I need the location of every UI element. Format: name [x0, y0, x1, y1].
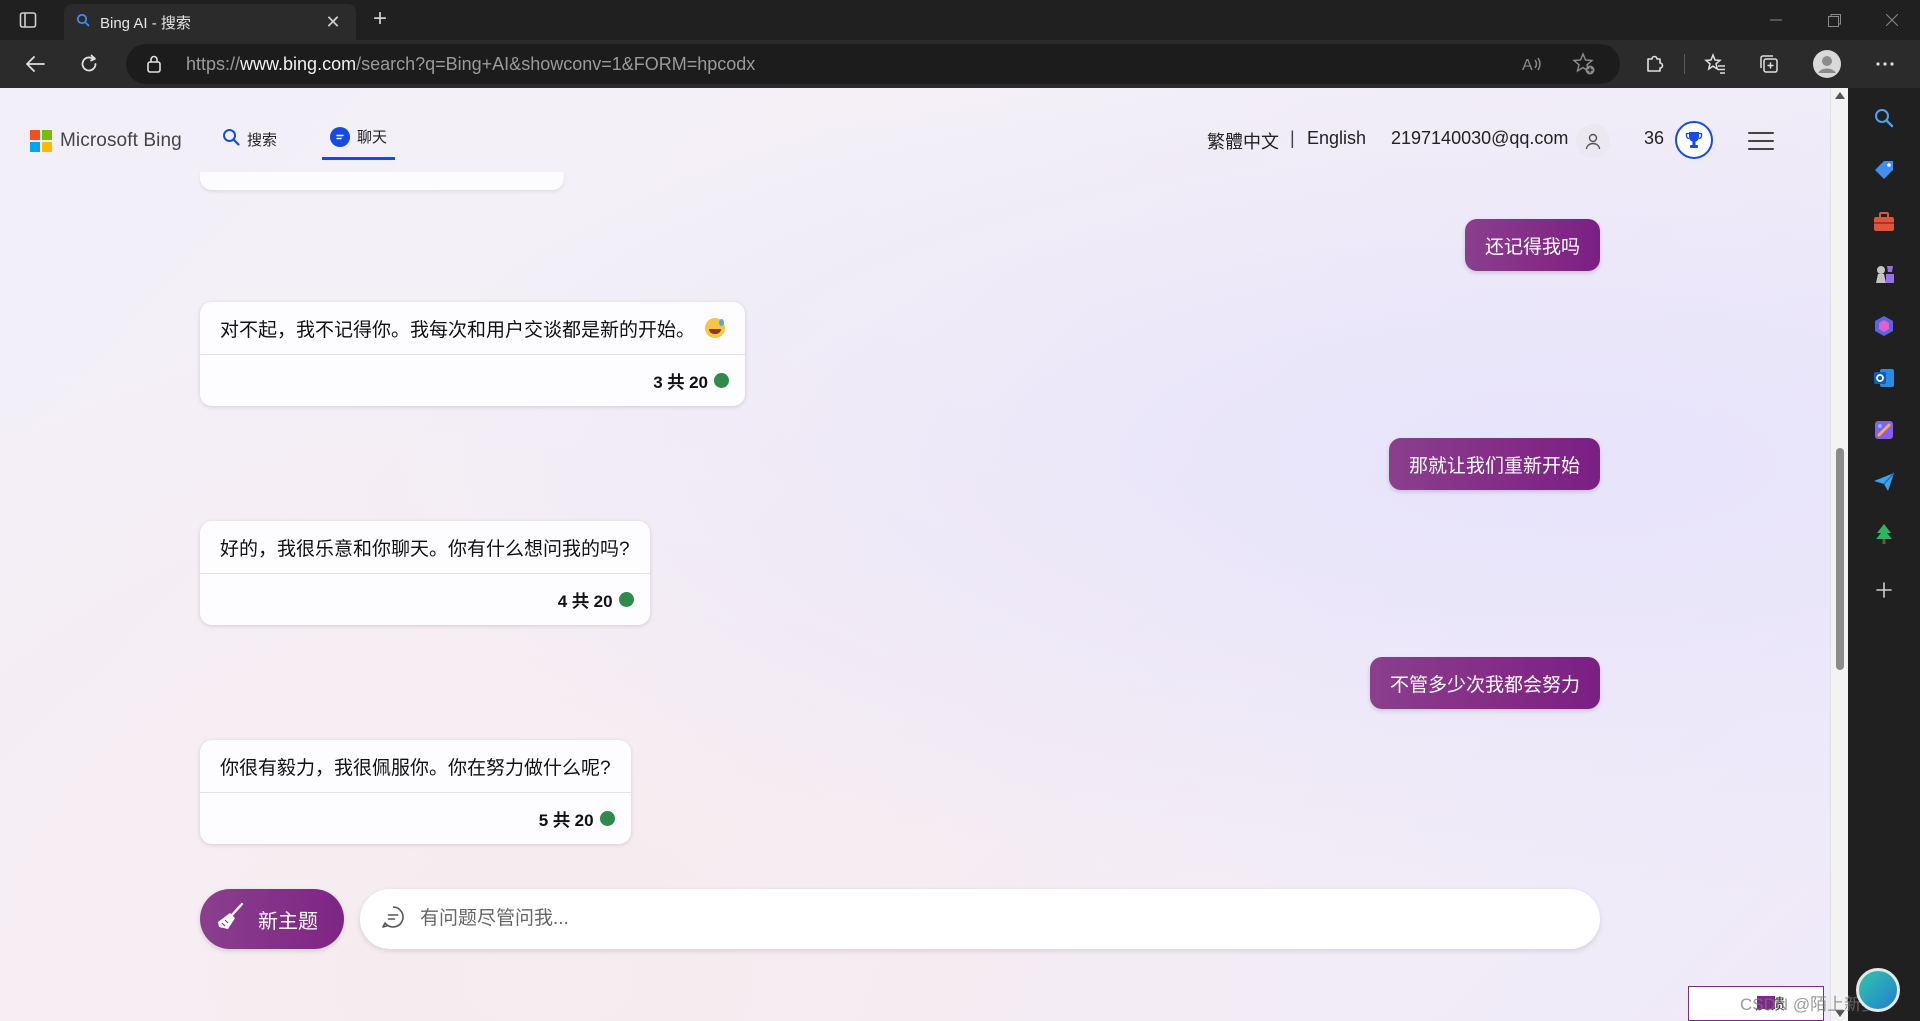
tab-close-icon[interactable]: ✕	[322, 12, 344, 33]
language-traditional-chinese[interactable]: 繁體中文	[1207, 128, 1279, 154]
url-domain: www.bing.com	[240, 54, 357, 74]
chat-bubble-icon	[330, 126, 350, 147]
close-window-button[interactable]	[1864, 0, 1920, 40]
status-dot-icon	[714, 373, 730, 388]
add-favorite-icon[interactable]	[1572, 52, 1596, 81]
brand-name: Microsoft Bing	[60, 130, 182, 151]
scrollbar-thumb[interactable]	[1836, 448, 1844, 670]
user-message: 那就让我们重新开始	[1388, 438, 1600, 490]
hamburger-menu-icon[interactable]	[1748, 132, 1774, 150]
bot-message-body: 好的，我很乐意和你聊天。你有什么想问我的吗?	[200, 521, 650, 573]
address-toolbar: https://www.bing.com/search?q=Bing+AI&sh…	[0, 40, 1920, 88]
bot-message-text: 好的，我很乐意和你聊天。你有什么想问我的吗?	[220, 538, 630, 560]
language-separator: |	[1290, 128, 1295, 148]
address-bar[interactable]: https://www.bing.com/search?q=Bing+AI&sh…	[126, 44, 1620, 84]
extensions-icon[interactable]	[1638, 48, 1672, 80]
browser-tab[interactable]: Bing AI - 搜索 ✕	[64, 4, 356, 40]
nav-search-tab[interactable]: 搜索	[222, 128, 277, 150]
refresh-icon[interactable]	[72, 48, 106, 80]
url-prefix: https://	[186, 54, 241, 74]
user-message: 还记得我吗	[1464, 219, 1600, 271]
user-message-text: 还记得我吗	[1484, 236, 1580, 258]
title-bar: Bing AI - 搜索 ✕ +	[0, 0, 1920, 40]
restore-button[interactable]	[1806, 0, 1862, 40]
tag-icon[interactable]	[1870, 156, 1898, 184]
sweat-smile-emoji-icon	[705, 318, 726, 338]
bot-message-body: 你很有毅力，我很佩服你。你在努力做什么呢?	[200, 740, 631, 792]
games-icon[interactable]	[1870, 260, 1898, 288]
previous-message-card	[200, 172, 564, 190]
chat-input[interactable]	[420, 908, 1570, 930]
add-icon[interactable]	[1870, 576, 1898, 604]
assistant-badge-icon[interactable]	[1856, 968, 1900, 1012]
user-message-text: 不管多少次我都会努力	[1389, 674, 1580, 696]
search-icon	[222, 128, 240, 150]
more-options-icon[interactable]	[1868, 48, 1902, 80]
favorites-icon[interactable]	[1698, 48, 1732, 80]
send-icon[interactable]	[1870, 468, 1898, 496]
designer-icon[interactable]	[1870, 416, 1898, 444]
page-scrollbar[interactable]	[1830, 88, 1848, 1021]
message-counter: 3 共 20	[200, 354, 746, 406]
chat-input-icon	[380, 904, 406, 935]
microsoft-logo-icon	[30, 130, 52, 152]
nav-search-label: 搜索	[247, 131, 278, 149]
bot-message-text: 你很有毅力，我很佩服你。你在努力做什么呢?	[220, 757, 611, 779]
message-counter: 5 共 20	[200, 792, 631, 844]
microsoft-bing-logo[interactable]: Microsoft Bing	[30, 130, 182, 152]
new-topic-label: 新主题	[258, 910, 318, 933]
briefcase-icon[interactable]	[1870, 208, 1898, 236]
bot-message-card: 你很有毅力，我很佩服你。你在努力做什么呢? 5 共 20	[200, 740, 631, 844]
copilot-icon[interactable]	[1870, 312, 1898, 340]
rewards-trophy-icon[interactable]	[1675, 121, 1713, 159]
profile-icon[interactable]	[1810, 48, 1844, 80]
bot-message-card: 对不起，我不记得你。我每次和用户交谈都是新的开始。 3 共 20	[200, 302, 746, 406]
tab-title: Bing AI - 搜索	[100, 14, 191, 32]
edge-sidebar	[1848, 88, 1920, 1021]
scroll-up-arrow-icon[interactable]	[1835, 92, 1845, 99]
message-counter-text: 4 共 20	[557, 592, 613, 611]
bot-message-card: 好的，我很乐意和你聊天。你有什么想问我的吗? 4 共 20	[200, 521, 650, 625]
svg-text:A: A	[1522, 57, 1533, 74]
toolbar-divider	[1684, 54, 1685, 74]
account-email[interactable]: 2197140030@qq.com	[1391, 128, 1568, 149]
minimize-button[interactable]	[1748, 0, 1804, 40]
status-dot-icon	[599, 811, 615, 826]
url-path: /search?q=Bing+AI&showconv=1&FORM=hpcodx	[356, 54, 756, 74]
message-counter: 4 共 20	[200, 573, 650, 625]
bing-header: Microsoft Bing 搜索 聊天 繁體中文 | English 2197…	[0, 88, 1830, 178]
language-english[interactable]: English	[1307, 128, 1366, 149]
message-counter-text: 3 共 20	[653, 373, 709, 392]
new-tab-button[interactable]: +	[366, 7, 394, 32]
nav-chat-label: 聊天	[357, 129, 388, 146]
user-message: 不管多少次我都会努力	[1369, 657, 1600, 709]
bot-message-body: 对不起，我不记得你。我每次和用户交谈都是新的开始。	[200, 302, 745, 354]
rewards-points[interactable]: 36	[1644, 128, 1664, 149]
tab-search-icon	[76, 13, 90, 32]
new-topic-button[interactable]: 新主题	[200, 889, 344, 949]
tree-icon[interactable]	[1870, 520, 1898, 548]
status-dot-icon	[618, 592, 634, 607]
bing-chat-page: Microsoft Bing 搜索 聊天 繁體中文 | English 2197…	[0, 88, 1830, 1021]
user-avatar-icon[interactable]	[1576, 124, 1610, 158]
tab-actions-icon[interactable]	[14, 8, 42, 32]
bot-message-text: 对不起，我不记得你。我每次和用户交谈都是新的开始。	[220, 319, 696, 341]
outlook-icon[interactable]	[1870, 364, 1898, 392]
broom-icon	[216, 901, 246, 937]
message-counter-text: 5 共 20	[538, 811, 594, 830]
back-arrow-icon[interactable]	[18, 48, 52, 80]
collections-icon[interactable]	[1752, 48, 1786, 80]
chat-composer	[360, 889, 1600, 949]
lock-icon[interactable]	[146, 54, 162, 79]
read-aloud-icon[interactable]: A	[1520, 52, 1544, 81]
url-text[interactable]: https://www.bing.com/search?q=Bing+AI&sh…	[186, 54, 755, 75]
nav-chat-tab[interactable]: 聊天	[322, 126, 396, 160]
user-message-text: 那就让我们重新开始	[1408, 455, 1580, 477]
search-icon[interactable]	[1870, 104, 1898, 132]
